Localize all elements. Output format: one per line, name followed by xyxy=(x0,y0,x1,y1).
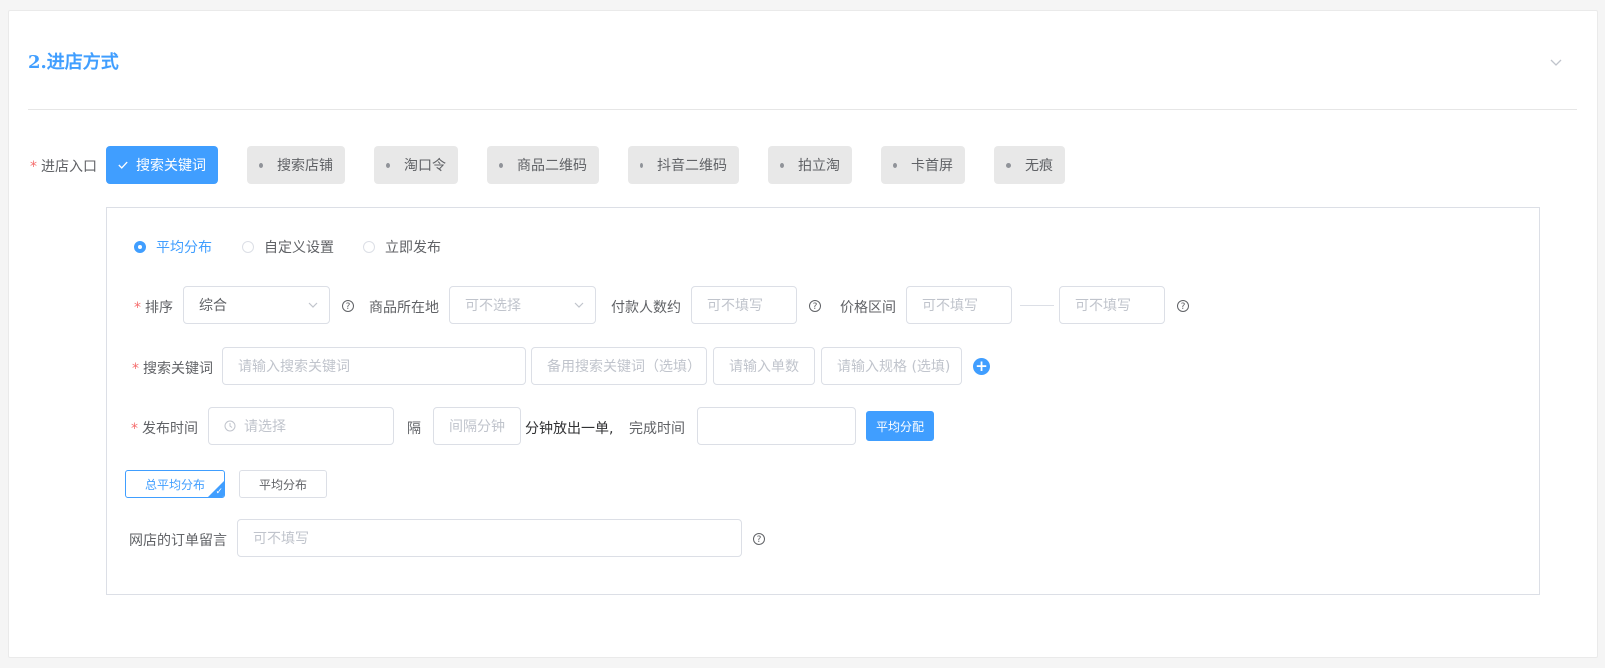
radio-circle xyxy=(242,241,254,253)
required-mark: * xyxy=(131,421,138,437)
radio-label: 平均分布 xyxy=(156,240,212,256)
dot-icon xyxy=(386,162,390,168)
entry-option-label: 搜索店铺 xyxy=(277,158,333,174)
sort-value: 综合 xyxy=(199,298,227,314)
entry-option-label: 淘口令 xyxy=(404,158,446,174)
range-separator xyxy=(1020,305,1054,306)
radio-immediate[interactable]: 立即发布 xyxy=(363,237,441,257)
note-placeholder: 可不填写 xyxy=(253,531,309,547)
help-icon[interactable]: ? xyxy=(1177,300,1189,312)
check-icon: ✓ xyxy=(215,487,223,497)
keyword-input[interactable]: 请输入搜索关键词 xyxy=(222,347,526,385)
entry-label: * 进店入口 xyxy=(30,159,97,175)
average-assign-button[interactable]: 平均分配 xyxy=(866,411,934,441)
required-mark: * xyxy=(132,361,139,377)
order-count-placeholder: 请输入单数 xyxy=(729,359,799,375)
entry-option-label: 商品二维码 xyxy=(517,158,587,174)
entry-option-keyword[interactable]: 搜索关键词 xyxy=(106,146,218,184)
price-max-input[interactable]: 可不填写 xyxy=(1059,286,1165,324)
order-count-input[interactable]: 请输入单数 xyxy=(713,347,815,385)
dot-icon xyxy=(499,162,503,168)
dot-icon xyxy=(893,162,897,168)
spec-input[interactable]: 请输入规格 (选填) xyxy=(821,347,962,385)
entry-option-label: 卡首屏 xyxy=(911,158,953,174)
sort-select[interactable]: 综合 xyxy=(183,286,330,324)
entry-option-label: 拍立淘 xyxy=(798,158,840,174)
note-label: 网店的订单留言 xyxy=(129,533,227,549)
keyword-placeholder: 请输入搜索关键词 xyxy=(238,359,350,375)
interval-input[interactable]: 间隔分钟 xyxy=(433,407,521,445)
entry-option-label: 搜索关键词 xyxy=(136,158,206,174)
note-input[interactable]: 可不填写 xyxy=(237,519,742,557)
entry-option-label: 无痕 xyxy=(1025,158,1053,174)
entry-option-shop[interactable]: 搜索店铺 xyxy=(247,146,345,184)
payers-label: 付款人数约 xyxy=(611,300,681,316)
radio-circle xyxy=(363,241,375,253)
entry-option-label: 抖音二维码 xyxy=(657,158,727,174)
entry-option-taokouling[interactable]: 淘口令 xyxy=(374,146,458,184)
dot-icon xyxy=(780,162,784,168)
entry-option-first-screen[interactable]: 卡首屏 xyxy=(881,146,965,184)
entry-option-qrcode[interactable]: 商品二维码 xyxy=(487,146,599,184)
radio-custom[interactable]: 自定义设置 xyxy=(242,237,334,257)
form-card: 2.进店方式 * 进店入口 搜索关键词 搜索店铺 淘口令 商品二维码 抖音二维码 … xyxy=(8,10,1598,658)
location-placeholder: 可不选择 xyxy=(465,298,521,314)
clock-icon xyxy=(224,420,236,432)
backup-keyword-placeholder: 备用搜索关键词（选填） xyxy=(547,359,701,375)
total-average-button[interactable]: 总平均分布 ✓ xyxy=(125,470,225,498)
price-min-input[interactable]: 可不填写 xyxy=(906,286,1012,324)
entry-option-traceless[interactable]: 无痕 xyxy=(994,146,1065,184)
publish-time-placeholder: 请选择 xyxy=(244,419,286,435)
keyword-label: * 搜索关键词 xyxy=(132,361,213,377)
radio-label: 自定义设置 xyxy=(264,240,334,256)
dot-icon xyxy=(640,162,643,168)
finish-time-input[interactable] xyxy=(697,407,856,445)
spec-placeholder: 请输入规格 (选填) xyxy=(837,359,951,375)
dot-icon xyxy=(1006,162,1011,168)
location-select[interactable]: 可不选择 xyxy=(449,286,596,324)
check-icon xyxy=(118,161,128,169)
required-mark: * xyxy=(134,300,141,316)
interval-placeholder: 间隔分钟 xyxy=(449,419,505,435)
chevron-down-icon[interactable] xyxy=(1549,55,1563,69)
average-mode-button[interactable]: 平均分布 xyxy=(239,470,327,498)
help-icon[interactable]: ? xyxy=(753,533,765,545)
section-title: 2.进店方式 xyxy=(28,52,119,73)
entry-option-pailitao[interactable]: 拍立淘 xyxy=(768,146,852,184)
radio-average[interactable]: 平均分布 xyxy=(134,237,212,257)
interval-suffix: 分钟放出一单, xyxy=(525,421,614,437)
required-mark: * xyxy=(30,159,37,175)
location-label: 商品所在地 xyxy=(369,300,439,316)
sort-label: * 排序 xyxy=(134,300,173,316)
payers-input[interactable]: 可不填写 xyxy=(691,286,797,324)
plus-circle-icon[interactable]: + xyxy=(973,358,990,375)
price-label: 价格区间 xyxy=(840,300,896,316)
help-icon[interactable]: ? xyxy=(809,300,821,312)
radio-label: 立即发布 xyxy=(385,240,441,256)
entry-option-douyin[interactable]: 抖音二维码 xyxy=(628,146,739,184)
dot-icon xyxy=(259,162,263,168)
keyword-settings-panel: 平均分布 自定义设置 立即发布 * 排序 综合 ? 商品所在地 可不选择 付款人数… xyxy=(106,207,1540,595)
publish-label: * 发布时间 xyxy=(131,421,198,437)
help-icon[interactable]: ? xyxy=(342,300,354,312)
finish-time-label: 完成时间 xyxy=(629,421,685,437)
chevron-down-icon xyxy=(574,302,584,308)
publish-time-picker[interactable]: 请选择 xyxy=(208,407,394,445)
chevron-down-icon xyxy=(308,302,318,308)
payers-placeholder: 可不填写 xyxy=(707,298,763,314)
price-max-placeholder: 可不填写 xyxy=(1075,298,1131,314)
divider xyxy=(28,109,1577,110)
price-min-placeholder: 可不填写 xyxy=(922,298,978,314)
radio-circle xyxy=(134,241,146,253)
interval-prefix: 隔 xyxy=(407,421,421,437)
total-average-label: 总平均分布 xyxy=(144,477,205,492)
backup-keyword-input[interactable]: 备用搜索关键词（选填） xyxy=(531,347,707,385)
